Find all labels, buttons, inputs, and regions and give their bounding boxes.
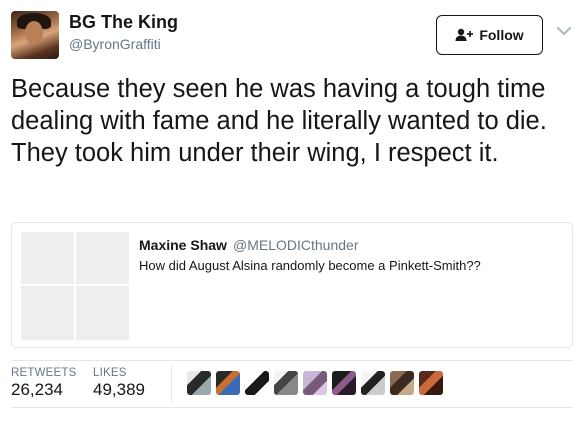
- profile-avatar[interactable]: [11, 11, 59, 59]
- tweet-text: Because they seen he was having a tough …: [11, 75, 547, 167]
- quoted-media-collage[interactable]: [21, 232, 129, 340]
- retweets-label[interactable]: RETWEETS: [11, 367, 77, 379]
- divider: [11, 407, 573, 408]
- quoted-handle[interactable]: @MELODICthunder: [233, 237, 358, 253]
- likes-label[interactable]: LIKES: [93, 367, 127, 379]
- chevron-down-icon[interactable]: [556, 25, 572, 37]
- liker-avatar[interactable]: [419, 371, 443, 395]
- liker-avatar[interactable]: [187, 371, 211, 395]
- likers-avatar-list: [187, 371, 443, 395]
- liker-avatar[interactable]: [245, 371, 269, 395]
- stats-separator: [171, 366, 172, 402]
- quoted-tweet[interactable]: Maxine Shaw @MELODICthunder How did Augu…: [11, 222, 573, 348]
- liker-avatar[interactable]: [216, 371, 240, 395]
- avatar-face: [25, 21, 43, 45]
- quoted-display-name[interactable]: Maxine Shaw: [139, 237, 227, 253]
- follow-label: Follow: [479, 27, 524, 43]
- divider: [11, 360, 573, 361]
- liker-avatar[interactable]: [303, 371, 327, 395]
- liker-avatar[interactable]: [361, 371, 385, 395]
- display-name[interactable]: BG The King: [69, 12, 178, 33]
- media-thumbnail[interactable]: [76, 286, 129, 340]
- likes-count[interactable]: 49,389: [93, 380, 145, 400]
- liker-avatar[interactable]: [274, 371, 298, 395]
- add-user-icon: [455, 28, 474, 41]
- follow-button[interactable]: Follow: [436, 15, 543, 55]
- liker-avatar[interactable]: [332, 371, 356, 395]
- user-handle[interactable]: @ByronGraffiti: [69, 36, 161, 52]
- retweets-count[interactable]: 26,234: [11, 380, 63, 400]
- liker-avatar[interactable]: [390, 371, 414, 395]
- media-thumbnail[interactable]: [76, 232, 129, 284]
- media-thumbnail[interactable]: [21, 286, 74, 340]
- quoted-text: How did August Alsina randomly become a …: [139, 258, 481, 273]
- media-thumbnail[interactable]: [21, 232, 74, 284]
